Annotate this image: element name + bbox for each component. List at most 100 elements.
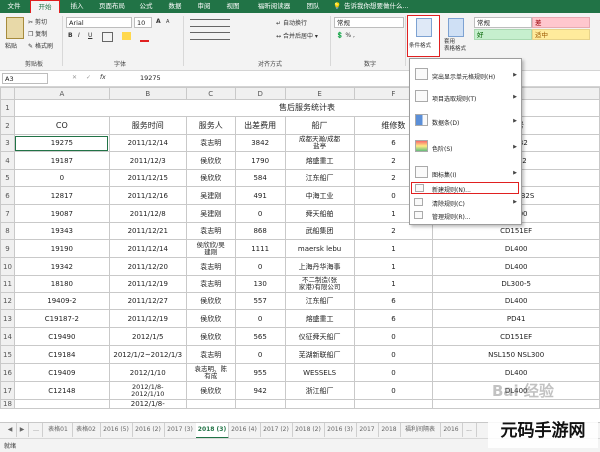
data-cell[interactable]: 2011/12/8 [108, 204, 187, 223]
data-cell[interactable]: 侯欣欣 [185, 151, 236, 170]
data-cell[interactable]: 芜湖新联船厂 [284, 345, 355, 364]
column-header[interactable]: E [284, 87, 355, 100]
tab-data[interactable]: 数据 [163, 0, 187, 13]
data-cell[interactable]: 1790 [234, 151, 286, 170]
data-cell[interactable]: 吴建刚 [185, 186, 236, 205]
bold-button[interactable]: B [68, 32, 73, 39]
data-cell[interactable]: 868 [234, 222, 286, 240]
enter-icon[interactable]: ✓ [86, 74, 91, 81]
data-cell[interactable]: PD41 [432, 309, 600, 328]
row-header[interactable]: 5 [0, 169, 15, 187]
sheet-tab[interactable]: 2017 [356, 423, 379, 437]
menu-item-new-rule[interactable]: 新建规则(N)... [411, 182, 519, 194]
data-cell[interactable]: 0 [353, 345, 434, 364]
data-cell[interactable]: CD151EF [432, 222, 600, 240]
tab-page-layout[interactable]: 页面布局 [94, 0, 130, 13]
tab-view[interactable]: 视图 [221, 0, 245, 13]
data-cell[interactable]: 0 [234, 257, 286, 276]
data-cell[interactable]: 491 [234, 186, 286, 205]
data-cell[interactable]: 0 [234, 204, 286, 223]
header-cell[interactable]: 船厂 [284, 116, 355, 135]
fx-icon[interactable]: fx [100, 74, 106, 81]
align-left-icon[interactable] [190, 32, 230, 40]
data-cell[interactable]: 不二制造(张 家港)有限公司 [284, 275, 355, 293]
data-cell[interactable]: 2012/1/8- [108, 399, 187, 409]
cell-style-good[interactable]: 好 [474, 29, 532, 40]
data-cell[interactable]: 19275 [13, 134, 110, 152]
data-cell[interactable]: 侯欣欣 [185, 327, 236, 346]
wrap-text-button[interactable]: ↵ 自动换行 [276, 18, 307, 27]
data-cell[interactable]: DL400 [432, 363, 600, 382]
cut-button[interactable]: ✂ 剪切 [28, 17, 47, 26]
row-header[interactable]: 4 [0, 151, 15, 170]
shrink-font-button[interactable]: A [166, 19, 169, 25]
data-cell[interactable]: 武船集团 [284, 222, 355, 240]
data-cell[interactable]: 2012/1/5 [108, 327, 187, 346]
row-header[interactable]: 6 [0, 186, 15, 205]
fill-color-icon[interactable] [122, 32, 131, 40]
data-cell[interactable] [234, 399, 286, 409]
table-format-label[interactable]: 套用 表格格式 [444, 39, 466, 53]
data-cell[interactable]: 2011/12/20 [108, 257, 187, 276]
sheet-tab[interactable]: 福利间隔表 [400, 423, 441, 437]
data-cell[interactable]: 舜天船舶 [284, 204, 355, 223]
data-cell[interactable]: C19490 [13, 327, 110, 346]
menu-item-manage-rules[interactable]: 管理规则(R)... [410, 210, 521, 222]
data-cell[interactable]: 2011/12/15 [108, 169, 187, 187]
sheet-tab[interactable]: 2017 (3) [164, 423, 197, 437]
data-cell[interactable]: C12148 [13, 381, 110, 400]
data-cell[interactable]: DL400 [432, 292, 600, 310]
data-cell[interactable]: 19087 [13, 204, 110, 223]
data-cell[interactable]: 2011/12/19 [108, 275, 187, 293]
sheet-tab[interactable]: 2016 (4) [228, 423, 261, 437]
data-cell[interactable]: 0 [353, 363, 434, 382]
data-cell[interactable]: 侯欣欣 [185, 381, 236, 400]
data-cell[interactable]: 19187 [13, 151, 110, 170]
data-cell[interactable]: 1 [353, 275, 434, 293]
row-header[interactable]: 9 [0, 239, 15, 258]
row-header[interactable]: 12 [0, 292, 15, 310]
data-cell[interactable]: 成都天瀚/成都 盐亭 [284, 134, 355, 152]
menu-item-color-scales[interactable]: 色阶(S) ▶ [410, 137, 521, 157]
data-cell[interactable]: 0 [234, 309, 286, 328]
tab-foxit[interactable]: 福昕阅读器 [250, 0, 298, 13]
data-cell[interactable]: 955 [234, 363, 286, 382]
data-cell[interactable]: 130 [234, 275, 286, 293]
row-header[interactable]: 13 [0, 309, 15, 328]
data-cell[interactable]: 上海丹华海事 [284, 257, 355, 276]
row-header[interactable]: 2 [0, 116, 15, 135]
data-cell[interactable]: 19409-2 [13, 292, 110, 310]
sheet-tab[interactable]: 2016 [440, 423, 463, 437]
sheet-tab[interactable]: 表格02 [72, 423, 101, 437]
data-cell[interactable]: DL400 [432, 257, 600, 276]
sheet-tab[interactable]: 2017 (2) [260, 423, 293, 437]
menu-item-top-bottom-rules[interactable]: 项目选取规则(T) ▶ [410, 87, 521, 107]
data-cell[interactable] [13, 399, 110, 409]
row-header[interactable]: 17 [0, 381, 15, 400]
data-cell[interactable]: 0 [234, 345, 286, 364]
name-box[interactable]: A3 [2, 73, 48, 84]
column-header[interactable]: B [108, 87, 187, 100]
data-cell[interactable]: 江东船厂 [284, 169, 355, 187]
paste-label[interactable]: 粘贴 [5, 41, 17, 50]
data-cell[interactable]: CD151EF [432, 327, 600, 346]
tell-me-box[interactable]: 告诉我你想要做什么... [344, 0, 434, 13]
data-cell[interactable] [185, 399, 236, 409]
data-cell[interactable]: 6 [353, 309, 434, 328]
row-header[interactable]: 16 [0, 363, 15, 382]
format-painter-button[interactable]: ✎ 格式刷 [28, 41, 53, 50]
data-cell[interactable]: 侯欣欣 [185, 169, 236, 187]
data-cell[interactable]: 2 [353, 222, 434, 240]
formula-input[interactable]: 19275 [138, 73, 598, 84]
data-cell[interactable] [353, 399, 434, 409]
column-header[interactable]: D [234, 87, 286, 100]
font-color-icon[interactable] [140, 32, 149, 42]
data-cell[interactable]: 1111 [234, 239, 286, 258]
row-header[interactable]: 1 [0, 99, 15, 117]
data-cell[interactable]: 2012/1/8- 2012/1/10 [108, 381, 187, 400]
cancel-icon[interactable]: ✕ [72, 74, 77, 81]
data-cell[interactable]: 吴建刚 [185, 204, 236, 223]
data-cell[interactable]: 942 [234, 381, 286, 400]
data-cell[interactable]: WESSELS [284, 363, 355, 382]
row-header[interactable]: 18 [0, 399, 15, 409]
